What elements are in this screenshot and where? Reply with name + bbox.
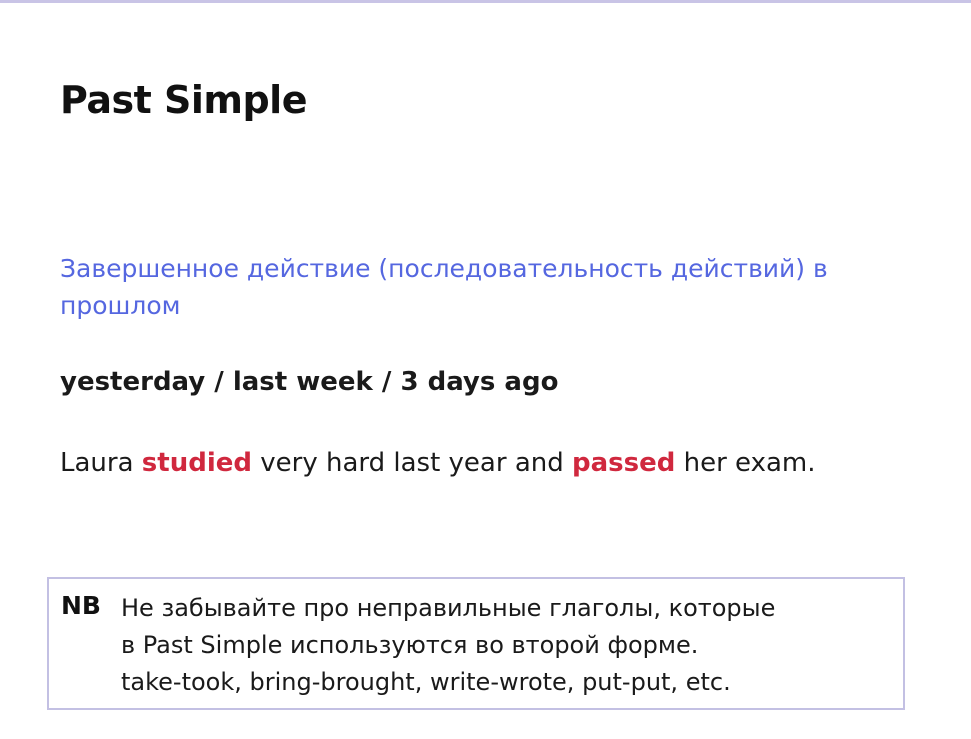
example-text-start: Laura <box>60 448 142 478</box>
example-verb-studied: studied <box>141 448 252 478</box>
definition-text: Завершенное действие (последовательность… <box>60 254 828 320</box>
example-text-end: her exam. <box>675 448 816 478</box>
slide-title: Past Simple <box>60 78 307 122</box>
top-border <box>0 0 971 3</box>
example-verb-passed: passed <box>572 448 676 478</box>
nb-note-box: NB Не забывайте про неправильные глаголы… <box>47 577 905 710</box>
time-markers: yesterday / last week / 3 days ago <box>60 367 559 397</box>
nb-note-text: Не забывайте про неправильные глаголы, к… <box>121 590 901 701</box>
nb-line-1: Не забывайте про неправильные глаголы, к… <box>121 594 776 622</box>
example-text-middle: very hard last year and <box>251 448 572 478</box>
example-sentence: Laura studied very hard last year and pa… <box>60 448 816 478</box>
nb-line-2: в Past Simple используются во второй фор… <box>121 631 699 659</box>
nb-label: NB <box>61 591 101 620</box>
nb-line-3: take-took, bring-brought, write-wrote, p… <box>121 668 731 696</box>
